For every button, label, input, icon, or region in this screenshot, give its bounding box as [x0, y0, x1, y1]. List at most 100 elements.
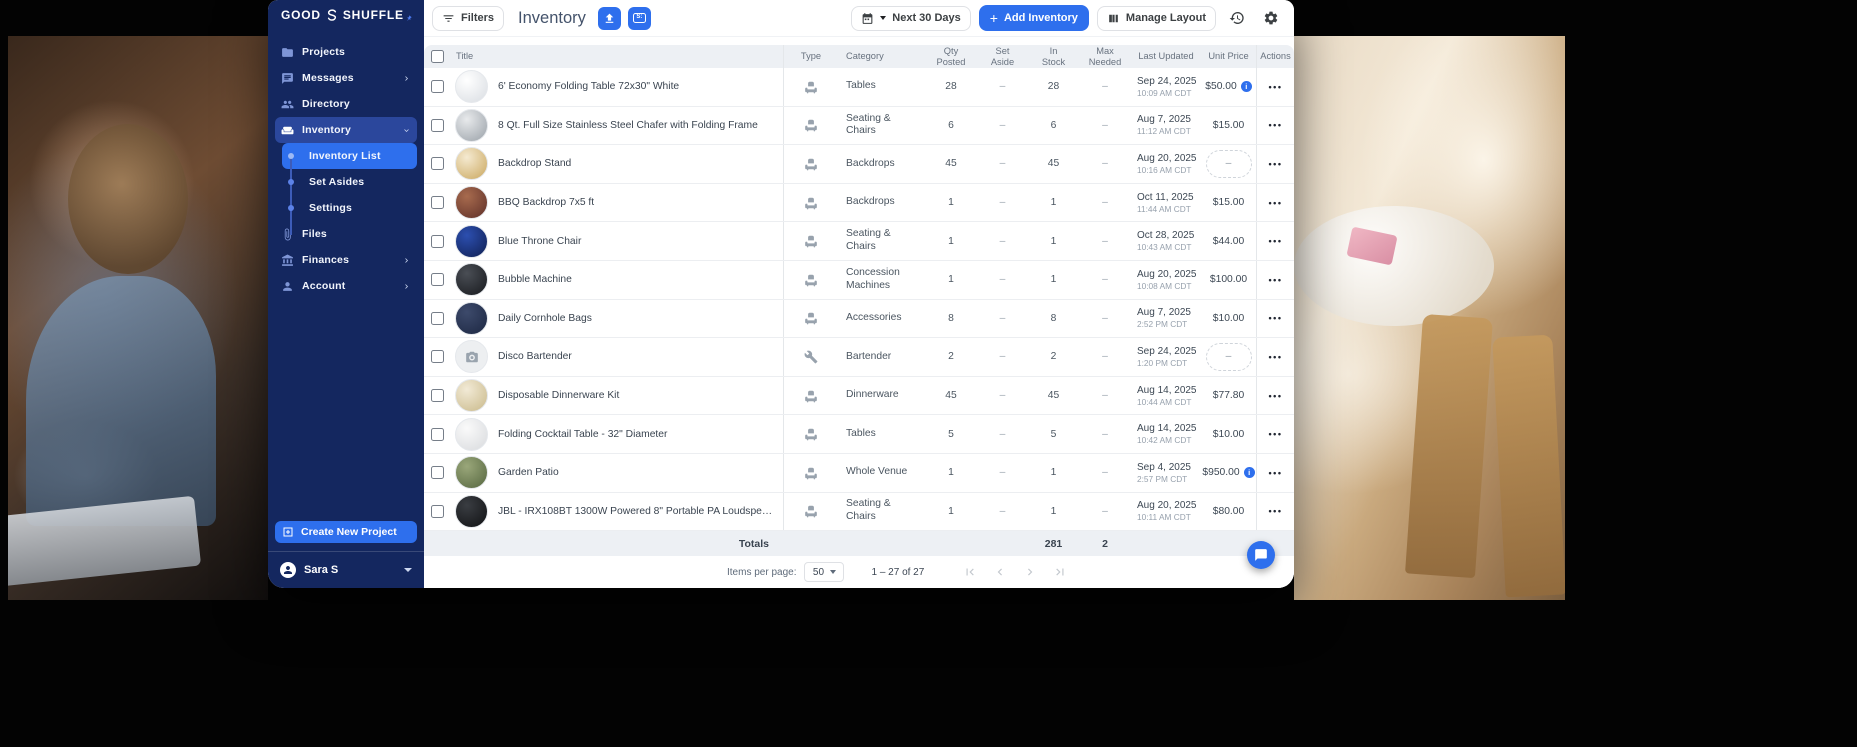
- app-window: GOOD SHUFFLE Projects Messages Directory: [268, 0, 1294, 588]
- first-page-button[interactable]: [962, 564, 978, 580]
- row-checkbox[interactable]: [431, 119, 444, 132]
- settings-button[interactable]: [1258, 5, 1284, 31]
- sidebar-item-projects[interactable]: Projects: [275, 39, 417, 65]
- table-row: JBL - IRX108BT 1300W Powered 8" Portable…: [424, 493, 1294, 532]
- unit-price-cell: $100.00: [1201, 274, 1256, 285]
- sidebar-item-set-asides[interactable]: Set Asides: [282, 169, 417, 195]
- row-checkbox[interactable]: [431, 350, 444, 363]
- row-checkbox[interactable]: [431, 505, 444, 518]
- date-range-button[interactable]: Next 30 Days: [851, 6, 971, 31]
- row-checkbox[interactable]: [431, 80, 444, 93]
- user-menu[interactable]: Sara S: [268, 551, 424, 588]
- sidebar-item-inventory-list[interactable]: Inventory List: [282, 143, 417, 169]
- chair-icon: [804, 234, 818, 248]
- create-new-project-button[interactable]: Create New Project: [275, 521, 417, 543]
- item-title[interactable]: BBQ Backdrop 7x5 ft: [498, 197, 602, 208]
- item-title[interactable]: Daily Cornhole Bags: [498, 313, 600, 324]
- row-checkbox[interactable]: [431, 389, 444, 402]
- row-actions-button[interactable]: •••: [1269, 506, 1283, 516]
- row-actions-button[interactable]: •••: [1269, 275, 1283, 285]
- item-title[interactable]: Backdrop Stand: [498, 158, 579, 169]
- set-aside-value: –: [977, 81, 1028, 92]
- item-thumbnail: [455, 418, 488, 451]
- price-info-icon[interactable]: i: [1241, 81, 1252, 92]
- row-actions-button[interactable]: •••: [1269, 468, 1283, 478]
- item-thumbnail: [455, 147, 488, 180]
- sidebar-item-finances[interactable]: Finances: [275, 247, 417, 273]
- last-updated-cell: Aug 7, 2025 11:12 AM CDT: [1131, 114, 1201, 136]
- item-category: Whole Venue: [838, 466, 925, 479]
- pagination-controls: [962, 564, 1068, 580]
- photo-person-shirt: [26, 276, 216, 526]
- select-all-checkbox[interactable]: [431, 50, 444, 63]
- row-actions-button[interactable]: •••: [1269, 120, 1283, 130]
- price-info-icon[interactable]: i: [1244, 467, 1255, 478]
- sku-panel-button[interactable]: S:: [628, 7, 651, 30]
- sidebar-item-settings[interactable]: Settings: [282, 195, 417, 221]
- row-actions-button[interactable]: •••: [1269, 429, 1283, 439]
- upload-inventory-button[interactable]: [598, 7, 621, 30]
- unit-price-empty[interactable]: –: [1206, 343, 1252, 371]
- row-actions-button[interactable]: •••: [1269, 352, 1283, 362]
- row-checkbox[interactable]: [431, 466, 444, 479]
- next-page-button[interactable]: [1022, 564, 1038, 580]
- last-updated-cell: Aug 14, 2025 10:44 AM CDT: [1131, 385, 1201, 407]
- row-actions-button[interactable]: •••: [1269, 236, 1283, 246]
- last-updated-time: 10:11 AM CDT: [1137, 512, 1201, 522]
- row-actions-button[interactable]: •••: [1269, 198, 1283, 208]
- item-title[interactable]: Garden Patio: [498, 467, 567, 478]
- set-aside-value: –: [977, 236, 1028, 247]
- item-title[interactable]: 6' Economy Folding Table 72x30" White: [498, 81, 687, 92]
- row-actions-button[interactable]: •••: [1269, 391, 1283, 401]
- item-title[interactable]: Folding Cocktail Table - 32" Diameter: [498, 429, 675, 440]
- table-row: Folding Cocktail Table - 32" Diameter Ta…: [424, 415, 1294, 454]
- last-page-icon: [1053, 565, 1067, 579]
- last-updated-time: 10:42 AM CDT: [1137, 435, 1201, 445]
- logo-text-shuffle: SHUFFLE: [343, 8, 404, 22]
- sidebar-item-inventory[interactable]: Inventory: [275, 117, 417, 143]
- in-stock-value: 28: [1028, 81, 1079, 92]
- last-page-button[interactable]: [1052, 564, 1068, 580]
- sidebar-item-account[interactable]: Account: [275, 273, 417, 299]
- column-header-category: Category: [838, 51, 925, 61]
- add-inventory-button[interactable]: + Add Inventory: [979, 5, 1089, 31]
- item-title[interactable]: Disco Bartender: [498, 351, 580, 362]
- row-checkbox[interactable]: [431, 312, 444, 325]
- chat-launcher-button[interactable]: [1247, 541, 1275, 569]
- unit-price-empty[interactable]: –: [1206, 150, 1252, 178]
- row-checkbox[interactable]: [431, 428, 444, 441]
- max-needed-value: –: [1079, 429, 1131, 440]
- item-title[interactable]: JBL - IRX108BT 1300W Powered 8" Portable…: [498, 506, 783, 517]
- last-updated-cell: Aug 20, 2025 10:08 AM CDT: [1131, 269, 1201, 291]
- item-title[interactable]: Bubble Machine: [498, 274, 580, 285]
- item-title[interactable]: Disposable Dinnerware Kit: [498, 390, 627, 401]
- item-title[interactable]: Blue Throne Chair: [498, 236, 589, 247]
- manage-layout-button[interactable]: Manage Layout: [1097, 6, 1216, 31]
- toolbar-right: Next 30 Days + Add Inventory Manage Layo…: [851, 5, 1284, 31]
- last-updated-time: 10:44 AM CDT: [1137, 397, 1201, 407]
- row-checkbox[interactable]: [431, 273, 444, 286]
- sidebar-item-messages[interactable]: Messages: [275, 65, 417, 91]
- row-actions-button[interactable]: •••: [1269, 159, 1283, 169]
- row-checkbox[interactable]: [431, 157, 444, 170]
- last-updated-time: 10:16 AM CDT: [1137, 165, 1201, 175]
- items-per-page-select[interactable]: 50: [804, 562, 844, 582]
- filters-button[interactable]: Filters: [432, 6, 504, 31]
- pin-sidebar-icon[interactable]: [405, 8, 418, 22]
- item-title[interactable]: 8 Qt. Full Size Stainless Steel Chafer w…: [498, 120, 766, 131]
- history-button[interactable]: [1224, 5, 1250, 31]
- sidebar-item-files[interactable]: Files: [275, 221, 417, 247]
- last-updated-time: 11:44 AM CDT: [1137, 204, 1201, 214]
- row-checkbox[interactable]: [431, 196, 444, 209]
- previous-page-button[interactable]: [992, 564, 1008, 580]
- column-header-title: Title: [451, 51, 783, 61]
- pagination-bar: Items per page: 50 1 – 27 of 27: [424, 556, 1294, 588]
- item-category: Dinnerware: [838, 389, 925, 402]
- items-per-page-value: 50: [813, 567, 824, 578]
- row-checkbox[interactable]: [431, 235, 444, 248]
- row-actions-button[interactable]: •••: [1269, 82, 1283, 92]
- last-updated-date: Aug 7, 2025: [1137, 114, 1201, 125]
- inventory-icon: [281, 124, 294, 137]
- row-actions-button[interactable]: •••: [1269, 313, 1283, 323]
- sidebar-item-directory[interactable]: Directory: [275, 91, 417, 117]
